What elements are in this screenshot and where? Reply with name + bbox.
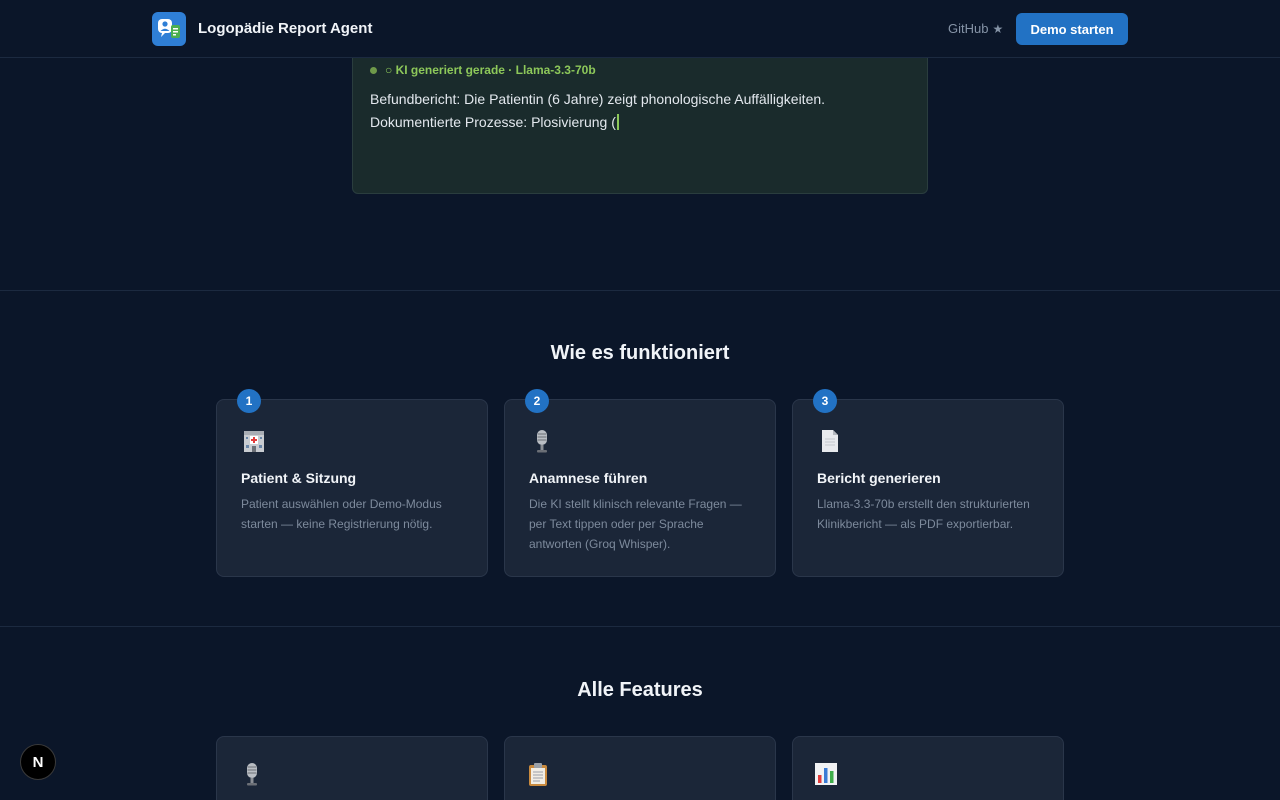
- section-divider: [0, 626, 1280, 627]
- brand-name: Logopädie Report Agent: [198, 20, 373, 37]
- step-title: Bericht generieren: [817, 470, 941, 486]
- n-badge-letter: N: [32, 753, 44, 771]
- feature-card-1: [216, 736, 488, 800]
- ai-output-panel: ○ KI generiert gerade · Llama-3.3-70b Be…: [352, 40, 928, 194]
- status-dot-icon: [370, 66, 377, 74]
- microphone-icon: [537, 430, 547, 453]
- clipboard-icon: [529, 763, 547, 786]
- step-card-1: 1 Patient & Sitzung Patient auswählen od…: [216, 389, 488, 577]
- app-logo[interactable]: [152, 12, 186, 46]
- document-icon: [822, 430, 838, 452]
- logo-icon: [158, 19, 180, 38]
- github-label: GitHub: [948, 21, 989, 36]
- step-card-3: 3 Bericht generieren Llama-3.3-70b erste…: [792, 389, 1064, 577]
- hospital-icon: [244, 431, 264, 452]
- ai-output-text: Befundbericht: Die Patientin (6 Jahre) z…: [370, 88, 910, 134]
- floating-n-badge[interactable]: N: [20, 744, 56, 780]
- step-number-badge: 1: [237, 389, 261, 413]
- feature-card-2: [504, 736, 776, 800]
- step-title: Anamnese führen: [529, 470, 648, 486]
- how-it-works-title: Wie es funktioniert: [550, 342, 730, 364]
- step-card-2: 2 Anamnese führen Die KI stellt klinisch…: [504, 389, 776, 577]
- step-number-badge: 2: [525, 389, 549, 413]
- text-cursor: [616, 114, 619, 130]
- bar-chart-icon: [815, 763, 837, 785]
- features-title: Alle Features: [577, 679, 703, 701]
- step-description: Patient auswählen oder Demo-Modus starte…: [241, 497, 442, 531]
- step-number-badge: 3: [813, 389, 837, 413]
- star-icon: ★: [992, 21, 1004, 36]
- section-divider: [0, 290, 1280, 291]
- github-link[interactable]: GitHub ★: [948, 21, 1003, 36]
- demo-start-button[interactable]: Demo starten: [1016, 13, 1128, 45]
- ai-generated-text: Befundbericht: Die Patientin (6 Jahre) z…: [370, 91, 826, 130]
- step-title: Patient & Sitzung: [241, 470, 357, 486]
- step-description: Die KI stellt klinisch relevante Fragen …: [529, 497, 742, 551]
- ai-status-text: ○ KI generiert gerade · Llama-3.3-70b: [385, 63, 596, 77]
- top-navbar: Logopädie Report Agent GitHub ★ Demo sta…: [0, 0, 1280, 58]
- ai-status-line: ○ KI generiert gerade · Llama-3.3-70b: [370, 63, 596, 77]
- feature-card-3: [792, 736, 1064, 800]
- step-description: Llama-3.3-70b erstellt den strukturierte…: [817, 497, 1030, 531]
- microphone-icon: [247, 763, 257, 786]
